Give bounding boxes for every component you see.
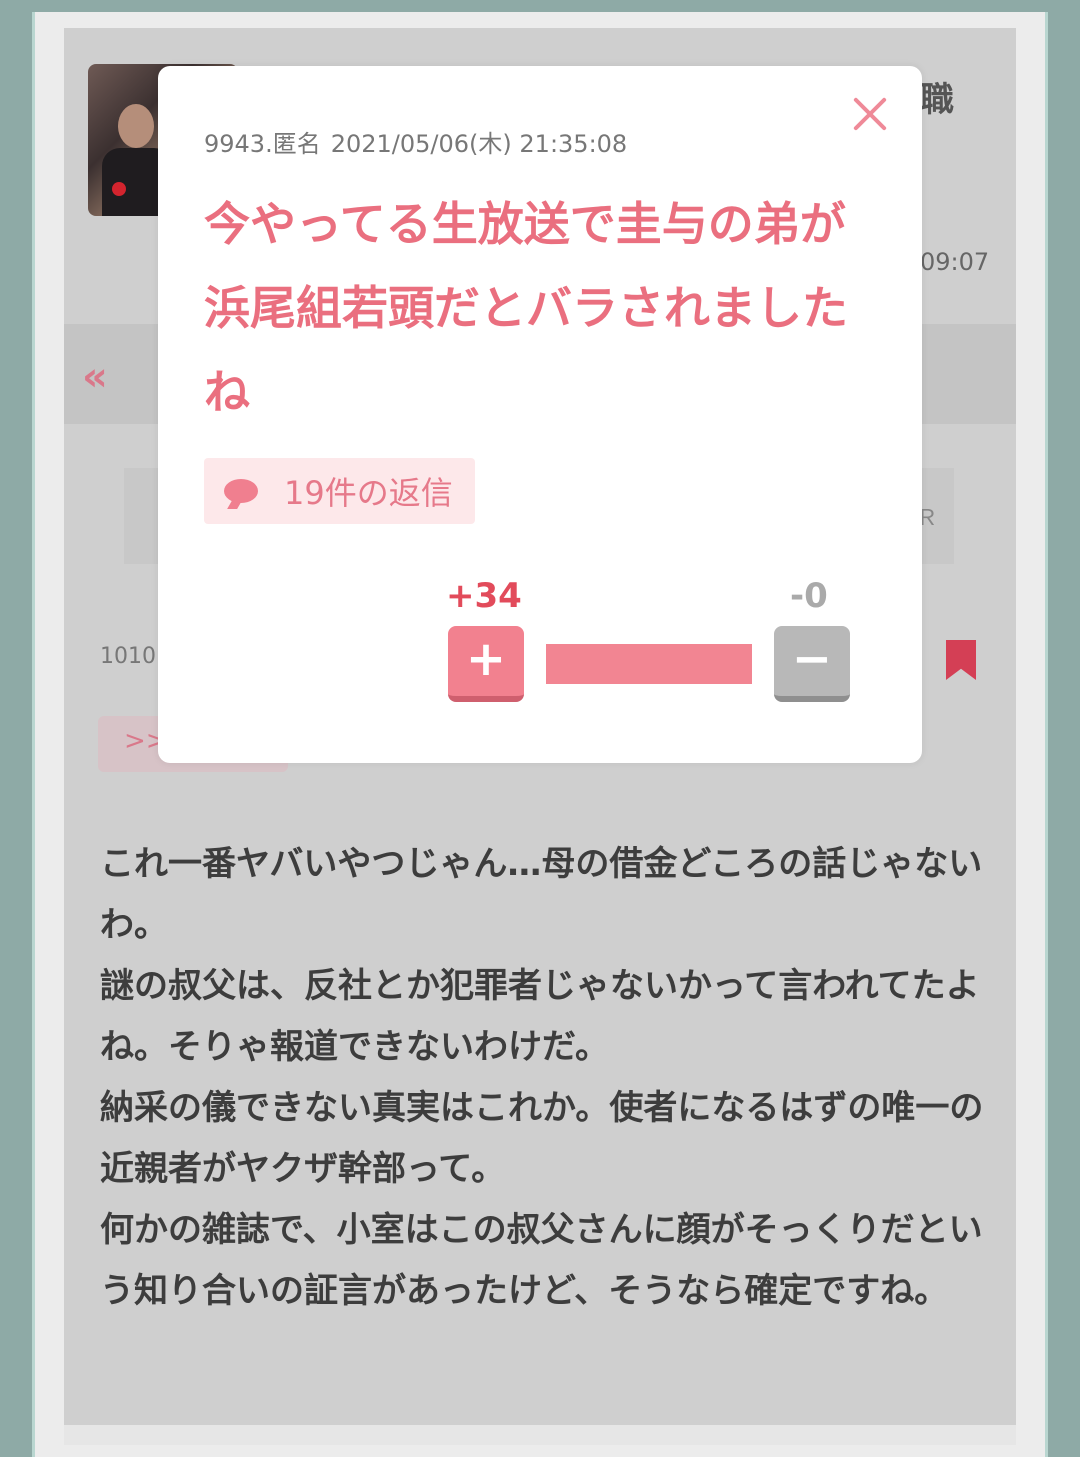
comment-meta: 9943.匿名 2021/05/06(木) 21:35:08 bbox=[204, 124, 627, 159]
replies-label: 19件の返信 bbox=[284, 474, 453, 512]
replies-button[interactable]: 19件の返信 bbox=[204, 458, 475, 524]
comment-number-fragment: 1010 bbox=[100, 644, 156, 669]
vote-ratio-bar bbox=[546, 644, 752, 684]
minus-vote-button[interactable]: − bbox=[774, 626, 850, 702]
bookmark-icon[interactable] bbox=[946, 640, 976, 680]
vote-ratio-fill bbox=[546, 644, 752, 684]
comment-date: 2021/05/06(木) 21:35:08 bbox=[330, 130, 628, 158]
close-icon[interactable] bbox=[850, 94, 890, 134]
speech-bubble-icon bbox=[224, 479, 258, 503]
plus-vote-button[interactable]: + bbox=[448, 626, 524, 702]
comment-number: 9943.匿名 bbox=[204, 130, 321, 158]
comment-body: これ一番ヤバいやつじゃん…母の借金どころの話じゃないわ。 謎の叔父は、反社とか犯… bbox=[100, 844, 984, 1311]
popup-comment-text: 今やってる生放送で圭与の弟が浜尾組若頭だとバラされましたね bbox=[204, 197, 848, 419]
bottom-strip bbox=[64, 1425, 1016, 1445]
thumbnail-flower bbox=[112, 182, 126, 196]
comment-popup: 9943.匿名 2021/05/06(木) 21:35:08 今やってる生放送で圭… bbox=[158, 66, 922, 763]
topic-time-fragment: 09:07 bbox=[920, 248, 990, 276]
plus-count: +34 bbox=[446, 576, 522, 616]
thumbnail-face bbox=[118, 104, 154, 148]
topic-title-fragment: 職 bbox=[920, 80, 954, 120]
minus-count: -0 bbox=[790, 576, 828, 616]
back-icon[interactable]: « bbox=[82, 354, 108, 400]
